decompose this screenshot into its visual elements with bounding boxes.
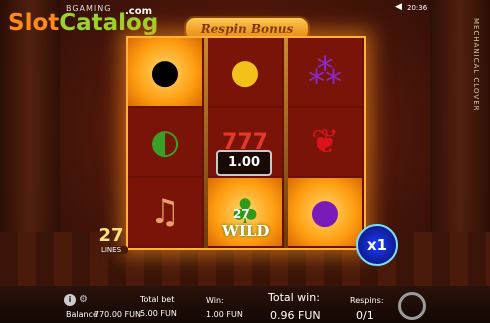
total-win-label: Total win:	[268, 291, 320, 304]
wild-label: WILD	[222, 222, 270, 240]
lines-count: 27	[98, 225, 124, 246]
symbol-bells: ♫	[128, 178, 202, 246]
symbol-cherries: ❦	[288, 108, 362, 176]
game-title-vertical: MECHANICAL CLOVER	[472, 18, 480, 112]
logo-slot-text: Slot	[8, 10, 60, 36]
symbol-lemon: ●	[208, 38, 282, 106]
speaker-icon[interactable]: ◀	[395, 2, 402, 12]
balance-value: 770.00 FUN	[94, 310, 141, 319]
respins-label: Respins:	[350, 296, 384, 305]
lemon-icon: ●	[230, 52, 260, 92]
reel-3: ⁂ ❦ ●	[288, 38, 364, 248]
win-label: Win:	[206, 296, 224, 305]
total-bet-label: Total bet	[140, 295, 175, 304]
multiplier-badge: x1	[356, 224, 398, 266]
background-pillar-left	[0, 0, 60, 260]
symbol-multiplier-value: 1.00	[216, 150, 272, 176]
bell-icon: ♫	[149, 192, 181, 232]
symbol-plum: ●	[288, 178, 362, 246]
symbol-plum: ●	[128, 38, 202, 106]
lines-badge: 27 LINES	[94, 226, 128, 262]
cherries-icon: ❦	[310, 122, 340, 162]
info-icon[interactable]: i	[64, 294, 76, 306]
lines-label: LINES	[94, 246, 128, 254]
reel-1: ● ◐ ♫	[128, 38, 204, 248]
symbol-grapes: ⁂	[288, 38, 362, 106]
grapes-icon: ⁂	[308, 52, 342, 92]
plum-icon: ●	[150, 52, 180, 92]
win-value: 1.00 FUN	[206, 310, 243, 319]
logo-com-text: .com	[125, 6, 153, 17]
gear-icon[interactable]: ⚙	[79, 294, 88, 305]
site-logo: SlotCatalog .com	[8, 6, 158, 36]
clock: 20:36	[407, 4, 428, 12]
background-pillar-right	[430, 0, 490, 260]
watermelon-icon: ◐	[150, 122, 180, 162]
wild-number: 27	[233, 207, 250, 221]
plum-icon: ●	[310, 192, 340, 232]
respins-value: 0/1	[356, 309, 374, 322]
spin-button[interactable]	[398, 292, 426, 320]
total-bet-value[interactable]: 5.00 FUN	[140, 309, 177, 318]
symbol-watermelon: ◐	[128, 108, 202, 176]
total-win-value: 0.96 FUN	[270, 309, 321, 322]
